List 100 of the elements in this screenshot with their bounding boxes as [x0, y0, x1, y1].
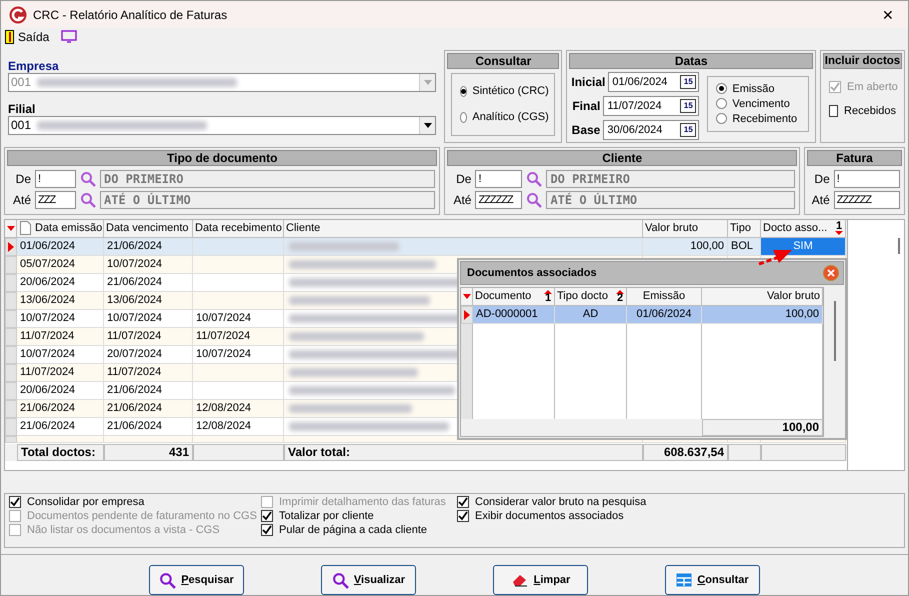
input-field[interactable]: ZZZZZZ	[475, 190, 522, 209]
field-label: Inicial	[571, 74, 606, 89]
row-indicator	[5, 292, 17, 310]
checkmark-icon	[458, 511, 468, 522]
column-header[interactable]: Cliente	[284, 220, 643, 238]
table-row[interactable]: AD-0000001 AD 01/06/2024 100,00	[461, 306, 823, 324]
popup-total: 100,00	[702, 418, 823, 436]
table-cell: 01/06/2024	[636, 308, 692, 320]
dropdown-arrow-icon	[462, 294, 470, 299]
date-field[interactable]: 11/07/2024 15	[603, 96, 700, 116]
column-header[interactable]: Data vencimento	[104, 220, 193, 238]
date-field[interactable]: 01/06/2024 15	[608, 72, 700, 92]
column-header[interactable]: Docto asso... 1	[761, 220, 846, 238]
sort-indicator: 2	[616, 290, 624, 303]
table-cell: 21/06/2024	[107, 240, 162, 252]
eraser-icon	[510, 573, 529, 587]
column-header[interactable]: Valor bruto	[643, 220, 728, 238]
table-cell: 21/06/2024	[107, 276, 162, 288]
group-title: Datas	[569, 52, 813, 69]
calendar-icon[interactable]: 15	[680, 98, 696, 113]
column-header[interactable]: Valor bruto	[702, 288, 823, 306]
table-cell: 11/07/2024	[107, 330, 162, 342]
table-cell: 10/07/2024	[107, 312, 162, 324]
scrollbar-thumb[interactable]	[898, 238, 900, 254]
calendar-icon[interactable]: 15	[680, 122, 696, 137]
input-field[interactable]: !	[834, 170, 900, 188]
checkbox[interactable]: Consolidar por empresa	[9, 496, 261, 508]
table-cell: AD	[582, 308, 598, 320]
search-icon	[332, 572, 349, 588]
table-cell: 10/07/2024	[20, 312, 76, 324]
footer-cell	[728, 444, 761, 461]
door-icon	[5, 30, 14, 44]
branch-dropdown[interactable]: 001	[8, 116, 436, 135]
annotation-arrow-tooltip	[757, 248, 793, 266]
group-title: Consultar	[447, 52, 560, 69]
table-cell: 05/07/2024	[20, 258, 76, 270]
field-label: Filial	[8, 102, 36, 116]
column-header[interactable]: Tipo	[728, 220, 761, 238]
column-header[interactable]: Emissão	[627, 288, 702, 306]
column-header[interactable]: Data recebimento	[193, 220, 284, 238]
radio-button[interactable]: Emissão	[716, 82, 800, 95]
input-field[interactable]: !	[475, 170, 522, 188]
description-field: DO PRIMEIRO	[546, 170, 795, 188]
radio-button[interactable]: Analítico (CGS)	[460, 111, 546, 124]
radio-button[interactable]: Vencimento	[716, 98, 800, 110]
close-button[interactable]: ✕	[876, 4, 900, 26]
table-cell: 11/07/2024	[20, 330, 74, 342]
search-icon	[80, 192, 96, 208]
row-indicator	[5, 400, 17, 418]
field-label: Empresa	[8, 58, 60, 73]
group-title: Fatura	[807, 150, 902, 166]
table-cell: 11/07/2024	[20, 366, 74, 378]
action-button[interactable]: Consultar	[665, 565, 760, 595]
row-indicator	[5, 382, 17, 400]
window-title: CRC - Relatório Analítico de Faturas	[33, 8, 228, 22]
table-cell: AD-0000001	[476, 308, 538, 320]
table-icon	[676, 573, 692, 587]
table-cell: 100,00	[690, 240, 724, 252]
description-field: ATÉ O ÚLTIMO	[546, 190, 795, 209]
action-button[interactable]: Limpar	[493, 565, 588, 595]
date-field[interactable]: 30/06/2024 15	[603, 120, 700, 140]
action-button[interactable]: Visualizar	[321, 565, 416, 595]
checkmark-icon	[10, 497, 20, 508]
input-field[interactable]: !	[35, 170, 76, 188]
input-field[interactable]: ZZZZZZ	[834, 190, 900, 209]
table-cell: 20/06/2024	[20, 276, 76, 288]
column-header[interactable]: Data emissão	[17, 220, 104, 238]
field-label: Até	[452, 192, 472, 207]
total-value: 608.637,54	[643, 444, 728, 461]
description-field: ATÉ O ÚLTIMO	[100, 190, 436, 209]
scrollbar-thumb[interactable]	[834, 300, 836, 361]
row-indicator	[5, 310, 17, 328]
close-button[interactable]	[823, 264, 839, 281]
dropdown-arrow-icon	[424, 80, 432, 85]
field-label: Até	[12, 192, 31, 207]
checkmark-icon	[458, 497, 468, 508]
row-indicator	[5, 346, 17, 364]
monitor-icon[interactable]	[61, 30, 78, 44]
row-indicator	[5, 274, 17, 292]
action-button[interactable]: Pesquisar	[149, 565, 244, 595]
table-cell: 11/07/2024	[107, 366, 162, 378]
checkbox[interactable]: Totalizar por cliente	[261, 510, 457, 522]
document-icon	[20, 221, 31, 236]
description-field: DO PRIMEIRO	[100, 170, 436, 188]
calendar-icon[interactable]: 15	[680, 74, 696, 89]
input-field[interactable]: ZZZ	[35, 190, 76, 209]
search-icon	[159, 572, 176, 588]
column-header[interactable]: Documento 1	[473, 288, 555, 306]
radio-button[interactable]: Recebimento	[716, 112, 800, 125]
total-count-label: Total doctos:	[17, 444, 104, 461]
checkbox[interactable]: Exibir documentos associados	[457, 510, 900, 522]
row-indicator	[5, 328, 17, 346]
table-cell: 12/08/2024	[196, 402, 252, 414]
column-header[interactable]: Tipo docto 2	[555, 288, 627, 306]
table-cell: SIM	[793, 240, 813, 252]
exit-button[interactable]: Saída	[5, 30, 50, 44]
field-label: De	[813, 172, 830, 186]
radio-button[interactable]: Sintético (CRC)	[460, 85, 546, 98]
table-row[interactable]: 01/06/2024 21/06/2024 100,00 BOL SIM	[5, 238, 847, 256]
checkbox[interactable]: Considerar valor bruto na pesquisa	[457, 496, 900, 508]
